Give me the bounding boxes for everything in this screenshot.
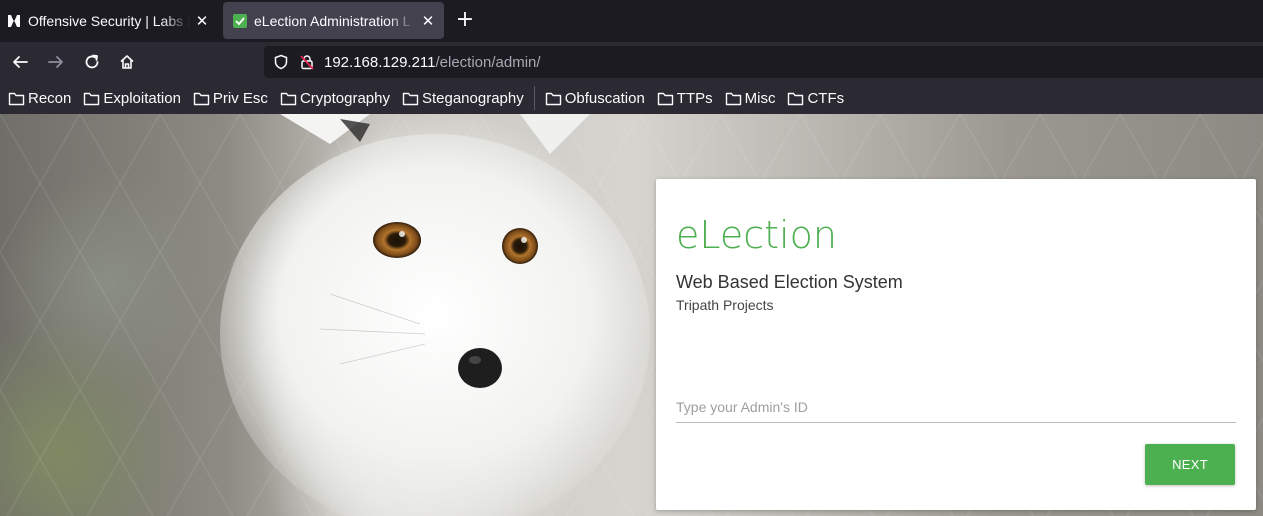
- bookmark-folder-cryptography[interactable]: Cryptography: [280, 90, 390, 107]
- checkmark-favicon-icon: [232, 13, 248, 29]
- tracking-protection-shield-icon[interactable]: [272, 53, 290, 71]
- folder-icon: [402, 92, 419, 105]
- next-button[interactable]: NEXT: [1145, 444, 1235, 485]
- navigation-toolbar: 192.168.129.211/election/admin/: [0, 42, 1263, 82]
- folder-icon: [84, 92, 100, 105]
- address-bar[interactable]: 192.168.129.211/election/admin/: [264, 46, 1263, 78]
- url-path: /election/admin/: [435, 53, 541, 71]
- bookmark-label: Steganography: [421, 89, 524, 107]
- home-icon[interactable]: [115, 50, 139, 74]
- brand-title: eLection: [676, 213, 837, 257]
- url-host: 192.168.129.211: [324, 53, 436, 71]
- folder-icon: [193, 92, 210, 105]
- tab-title: eLection Administration L: [254, 12, 411, 29]
- folder-icon: [725, 92, 741, 105]
- bookmark-folder-steganography[interactable]: Steganography: [402, 90, 524, 107]
- bookmark-folder-misc[interactable]: Misc: [725, 89, 776, 107]
- bookmark-folder-recon[interactable]: Recon: [8, 90, 71, 107]
- app-subtitle: Web Based Election System: [676, 272, 903, 292]
- folder-icon: [657, 92, 673, 105]
- arctic-fox-background-image: [220, 114, 650, 516]
- admin-id-input[interactable]: [676, 391, 1236, 423]
- bookmark-folder-priv-esc[interactable]: Priv Esc: [193, 90, 268, 107]
- tab-offensive-security[interactable]: Offensive Security | Labs | ✕: [0, 2, 218, 39]
- url-text: 192.168.129.211/election/admin/: [324, 54, 541, 71]
- page-viewport: eLection Web Based Election System Tripa…: [0, 114, 1263, 516]
- bookmark-label: Misc: [744, 89, 776, 107]
- login-card: eLection Web Based Election System Tripa…: [656, 179, 1256, 510]
- folder-icon: [8, 92, 25, 105]
- bookmark-folder-ctfs[interactable]: CTFs: [787, 90, 844, 107]
- tab-election-administration[interactable]: eLection Administration L ✕: [223, 2, 444, 39]
- folder-icon: [280, 92, 297, 105]
- bookmark-label: TTPs: [676, 89, 713, 107]
- tab-strip: Offensive Security | Labs | ✕ eLection A…: [0, 0, 1263, 42]
- new-tab-button[interactable]: +: [452, 8, 478, 34]
- bookmarks-separator: [533, 86, 535, 110]
- bookmark-label: Cryptography: [299, 89, 390, 107]
- bookmarks-toolbar: Recon Exploitation Priv Esc Cryptography…: [0, 82, 1263, 114]
- bookmark-label: Priv Esc: [212, 89, 268, 107]
- bookmark-label: Recon: [28, 89, 72, 107]
- bookmark-folder-obfuscation[interactable]: Obfuscation: [545, 90, 645, 107]
- back-icon[interactable]: [8, 50, 32, 74]
- reload-icon[interactable]: [80, 50, 104, 74]
- close-tab-icon[interactable]: ✕: [190, 12, 214, 30]
- bookmark-label: CTFs: [807, 89, 845, 107]
- folder-icon: [545, 92, 561, 105]
- bookmark-folder-ttps[interactable]: TTPs: [657, 90, 713, 107]
- close-tab-icon[interactable]: ✕: [416, 12, 440, 30]
- forward-icon[interactable]: [44, 50, 68, 74]
- insecure-lock-icon[interactable]: [298, 53, 316, 71]
- bookmark-label: Exploitation: [103, 89, 181, 107]
- bookmark-folder-exploitation[interactable]: Exploitation: [83, 90, 181, 107]
- author-label: Tripath Projects: [676, 297, 774, 313]
- folder-icon: [788, 92, 804, 105]
- offsec-logo-icon: [6, 13, 22, 29]
- bookmark-label: Obfuscation: [564, 89, 645, 107]
